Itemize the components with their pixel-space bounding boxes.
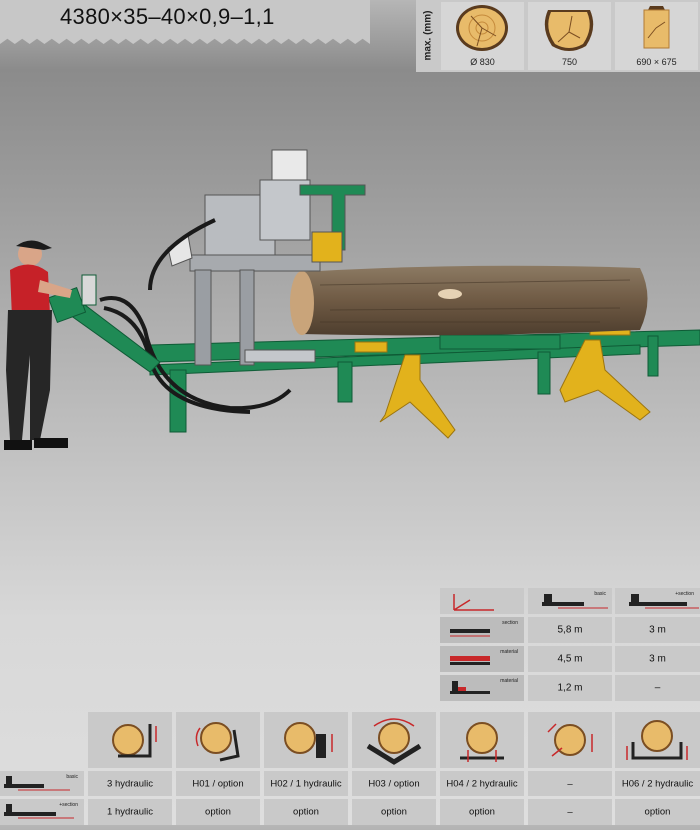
operator-figure [4, 240, 72, 450]
option-header [352, 712, 436, 768]
log-roll-right-icon [284, 722, 333, 758]
option-cell: 3 hydraulic [88, 771, 172, 796]
option-cell: – [528, 771, 612, 796]
round-log-icon [456, 5, 508, 51]
options-table: basic 3 hydraulic H01 / option H02 / 1 h… [0, 712, 700, 825]
sawmill-machine-illustration [4, 149, 700, 450]
spec-cell: 3 m [615, 646, 700, 672]
max-value: Ø 830 [470, 57, 495, 67]
max-cell-round: Ø 830 [441, 2, 524, 70]
row-header-label: basic [66, 774, 78, 780]
max-cell-flattened: 750 [528, 2, 611, 70]
spec-row-label: material [500, 649, 518, 655]
spec-row-icon-material-min: material [440, 675, 524, 701]
log-clamp-hydraulic-icon [112, 724, 157, 758]
option-header [264, 712, 348, 768]
log-roll-left-icon [195, 722, 240, 762]
option-header [176, 712, 260, 768]
spec-header-axis [440, 588, 524, 614]
log [290, 265, 648, 336]
option-header [88, 712, 172, 768]
max-cell-squared: 690 × 675 [615, 2, 698, 70]
option-cell: H06 / 2 hydraulic [615, 771, 700, 796]
log-support-icon [460, 722, 504, 762]
option-cell: option [352, 799, 436, 825]
max-value: 690 × 675 [636, 57, 677, 67]
row-header-basic: basic [0, 771, 84, 796]
spec-cell: – [615, 675, 700, 701]
spec-cell: 5,8 m [528, 617, 612, 643]
log-turner-icon [366, 718, 422, 765]
option-cell: option [615, 799, 700, 825]
spec-header-section-label: +section [675, 591, 694, 597]
log-lift-icon [626, 720, 688, 760]
spec-header-basic-label: basic [594, 591, 606, 597]
option-header [528, 712, 612, 768]
axis-icon [453, 594, 494, 611]
spec-row-label: material [500, 678, 518, 684]
option-cell: H04 / 2 hydraulic [440, 771, 524, 796]
option-cell: H01 / option [176, 771, 260, 796]
squared-log-icon [643, 6, 670, 49]
spec-row-icon-material: material [440, 646, 524, 672]
max-value: 750 [561, 57, 578, 67]
option-cell: H02 / 1 hydraulic [264, 771, 348, 796]
row-header-label: +section [59, 802, 78, 808]
option-cell: 1 hydraulic [88, 799, 172, 825]
spec-header-section: +section [615, 588, 700, 614]
option-cell: H03 / option [352, 771, 436, 796]
spec-row-icon-section: section [440, 617, 524, 643]
flattened-log-icon [544, 10, 594, 51]
spec-header-basic: basic [528, 588, 612, 614]
spec-cell: 1,2 m [528, 675, 612, 701]
option-header [615, 712, 700, 768]
spec-row-label: section [502, 620, 518, 626]
option-cell: option [440, 799, 524, 825]
spec-cell: 4,5 m [528, 646, 612, 672]
option-cell: option [264, 799, 348, 825]
product-title: 4380×35–40×0,9–1,1 [60, 4, 275, 29]
row-header-section: +section [0, 799, 84, 825]
log-rotate-icon [547, 723, 593, 757]
option-header [440, 712, 524, 768]
max-label: max. (mm) [422, 9, 434, 61]
spec-cell: 3 m [615, 617, 700, 643]
option-cell: – [528, 799, 612, 825]
option-cell: option [176, 799, 260, 825]
